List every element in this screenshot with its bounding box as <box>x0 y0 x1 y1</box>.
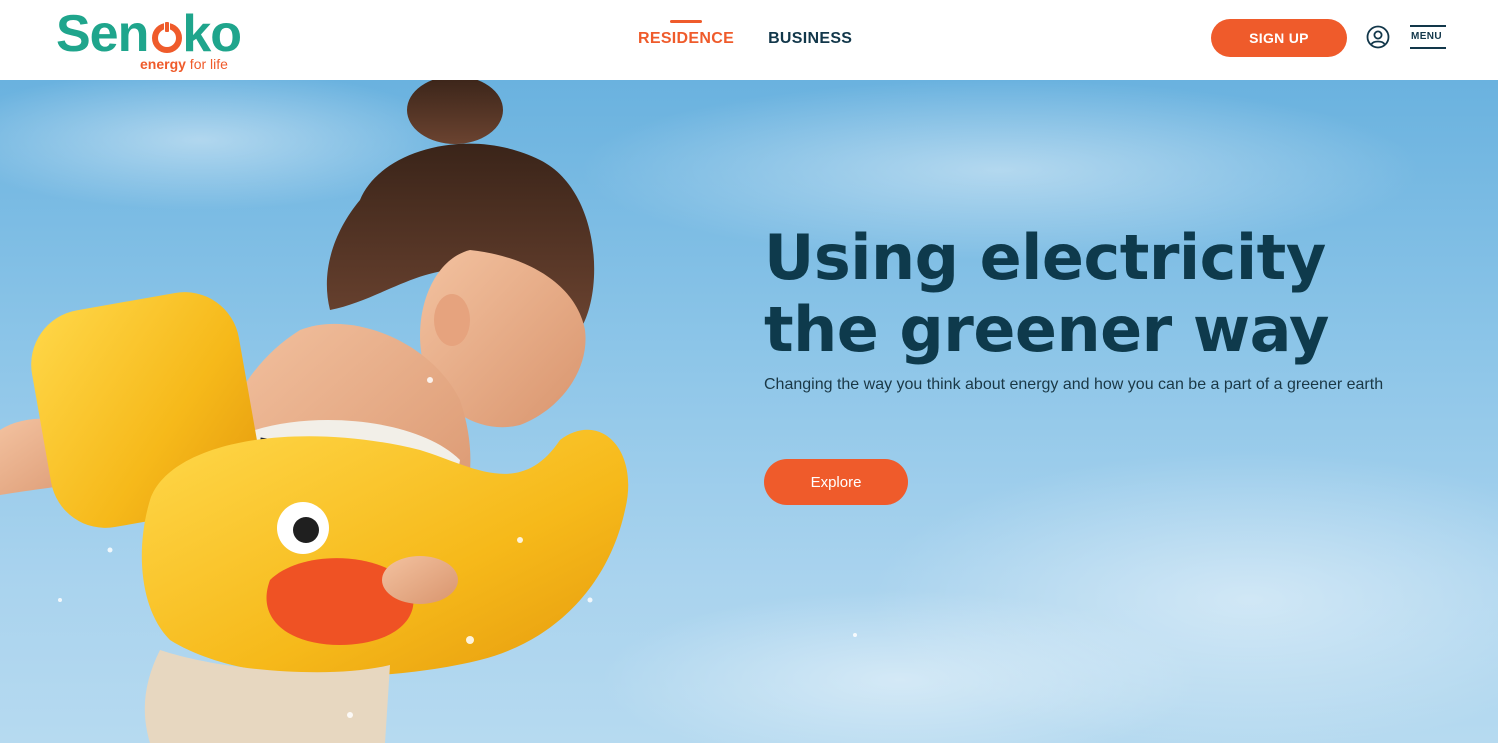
nav-residence-label: RESIDENCE <box>638 30 735 47</box>
user-circle-icon[interactable] <box>1366 25 1390 49</box>
hero-content: Using electricity the greener way Changi… <box>764 222 1404 505</box>
nav-business[interactable]: BUSINESS <box>768 30 852 50</box>
power-o-icon <box>152 21 182 53</box>
hero-title-line1: Using electricity <box>764 221 1326 294</box>
logo-tagline: energy for life <box>140 56 228 72</box>
menu-button[interactable]: MENU <box>1410 25 1446 51</box>
nav-residence[interactable]: RESIDENCE <box>638 20 735 50</box>
hero-photo-child-with-floaties <box>0 80 1498 743</box>
hero-subtitle: Changing the way you think about energy … <box>764 376 1384 393</box>
menu-label: MENU <box>1411 31 1443 42</box>
menu-line-top <box>1410 25 1446 27</box>
active-tab-indicator <box>670 20 702 23</box>
hero-section: Using electricity the greener way Changi… <box>0 80 1498 743</box>
senoko-logo[interactable]: Sen ko energy for life <box>56 4 256 76</box>
main-nav: RESIDENCE BUSINESS <box>638 0 852 80</box>
site-header: Sen ko energy for life RESIDENCE BUSINESS… <box>0 0 1498 80</box>
logo-wordmark: Sen ko <box>56 5 242 63</box>
hero-title-line2: the greener way <box>764 293 1329 366</box>
nav-business-label: BUSINESS <box>768 30 853 47</box>
menu-line-bottom <box>1410 47 1446 49</box>
hero-title: Using electricity the greener way <box>764 222 1404 366</box>
sign-up-button[interactable]: SIGN UP <box>1211 19 1347 57</box>
explore-button[interactable]: Explore <box>764 459 908 505</box>
